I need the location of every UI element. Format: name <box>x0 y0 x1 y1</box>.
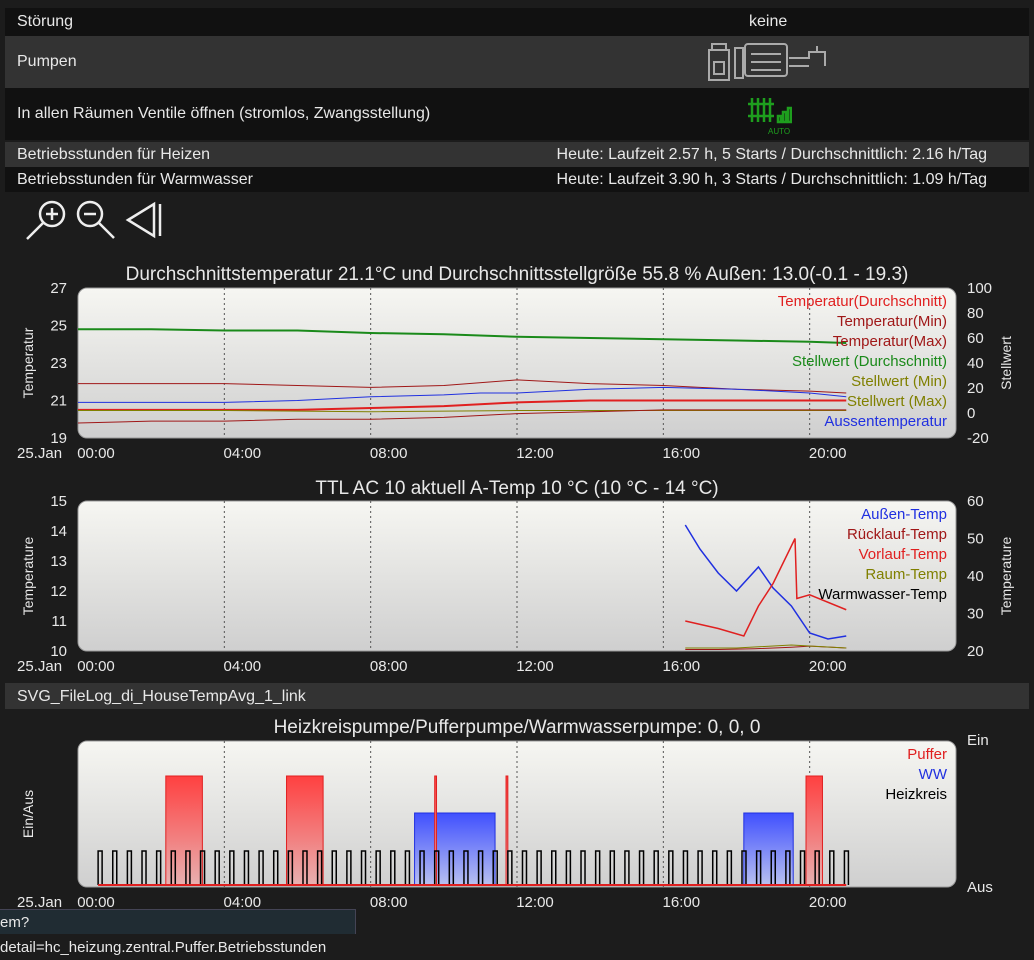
y2-axis-label: Stellwert <box>998 336 1014 390</box>
pump-state-chart: Heizkreispumpe/Pufferpumpe/Warmwasserpum… <box>17 717 993 909</box>
y-tick-label: 15 <box>50 493 67 510</box>
legend-entry: Stellwert (Min) <box>851 373 947 390</box>
y-axis-label: Temperatur <box>20 327 36 398</box>
y2-tick-label: 20 <box>967 643 984 660</box>
date-label: 25.Jan <box>17 658 62 675</box>
y-tick-label: 27 <box>50 280 67 297</box>
y2-tick-label: 80 <box>967 305 984 322</box>
chart-title: Heizkreispumpe/Pufferpumpe/Warmwasserpum… <box>274 717 761 738</box>
y2-tick-label: 40 <box>967 568 984 585</box>
y2-tick-label: 20 <box>967 380 984 397</box>
legend-entry: Puffer <box>907 746 947 763</box>
status-url: em?detail=hc_heizung.zentral.Puffer.Betr… <box>0 909 356 956</box>
y2-tick-label: 60 <box>967 330 984 347</box>
x-tick-label: 04:00 <box>224 894 262 909</box>
y-tick-label: 19 <box>50 430 67 447</box>
legend-entry: Stellwert (Max) <box>847 393 947 410</box>
chart-title: TTL AC 10 aktuell A-Temp 10 °C (10 °C - … <box>315 478 718 499</box>
legend-entry: Außen-Temp <box>861 506 947 523</box>
pumpen-row: Pumpen <box>5 36 1029 88</box>
legend-entry: Stellwert (Durchschnitt) <box>792 353 947 370</box>
x-tick-label: 12:00 <box>516 894 554 909</box>
warmwasser-row: Betriebsstunden für Warmwasser Heute: La… <box>5 167 1029 192</box>
legend-entry: Temperatur(Max) <box>833 333 947 350</box>
y-tick-label: 21 <box>50 393 67 410</box>
y2-tick-label: 50 <box>967 531 984 548</box>
x-tick-label: 08:00 <box>370 658 408 675</box>
filelog-row[interactable]: SVG_FileLog_di_HouseTempAvg_1_link <box>5 683 1029 709</box>
legend-entry: Rücklauf-Temp <box>847 526 947 543</box>
x-tick-label: 20:00 <box>809 894 847 909</box>
heizen-label: Betriebsstunden für Heizen <box>17 146 210 163</box>
ventile-row: In allen Räumen Ventile öffnen (stromlos… <box>5 88 1029 140</box>
chart-title: Durchschnittstemperatur 21.1°C und Durch… <box>126 264 909 285</box>
legend-entry: Aussentemperatur <box>824 413 947 430</box>
warmwasser-value: Heute: Laufzeit 3.90 h, 3 Starts / Durch… <box>556 171 987 188</box>
y-tick-label: 12 <box>50 583 67 600</box>
x-tick-label: 00:00 <box>77 658 115 675</box>
heizen-row: Betriebsstunden für Heizen Heute: Laufze… <box>5 142 1029 167</box>
legend-entry: Raum-Temp <box>865 566 947 583</box>
x-tick-label: 20:00 <box>809 445 847 462</box>
y2-tick-label: 40 <box>967 355 984 372</box>
y2-tick-label: 30 <box>967 606 984 623</box>
y-tick-label: 25 <box>50 318 67 335</box>
warmwasser-label: Betriebsstunden für Warmwasser <box>17 171 253 188</box>
legend-entry: Warmwasser-Temp <box>818 586 947 603</box>
stoerung-row: Störung keine <box>5 8 1029 36</box>
y-tick-label: 11 <box>51 613 67 630</box>
y2-tick-label: 60 <box>967 493 984 510</box>
temperature-chart: Durchschnittstemperatur 21.1°C und Durch… <box>17 264 1014 462</box>
y2-tick-label: 100 <box>967 280 992 297</box>
x-tick-label: 04:00 <box>224 658 262 675</box>
x-tick-label: 00:00 <box>77 445 115 462</box>
legend-entry: Vorlauf-Temp <box>859 546 947 563</box>
x-tick-label: 08:00 <box>370 894 408 909</box>
x-tick-label: 16:00 <box>663 658 701 675</box>
zoom-out-icon[interactable] <box>74 198 118 242</box>
ventile-label: In allen Räumen Ventile öffnen (stromlos… <box>17 105 431 122</box>
zoom-in-icon[interactable] <box>24 198 68 242</box>
date-label: 25.Jan <box>17 894 62 909</box>
legend-entry: Temperatur(Min) <box>837 313 947 330</box>
filelog-link[interactable]: SVG_FileLog_di_HouseTempAvg_1_link <box>17 688 306 706</box>
y2-tick-label: -20 <box>967 430 989 447</box>
y-axis-label: Temperature <box>20 536 36 615</box>
x-tick-label: 20:00 <box>809 658 847 675</box>
stoerung-label: Störung <box>17 13 74 30</box>
pumpen-label: Pumpen <box>17 53 77 70</box>
y-tick-ein: Ein <box>967 732 989 749</box>
x-tick-label: 08:00 <box>370 445 408 462</box>
date-label: 25.Jan <box>17 445 62 462</box>
heating-system-icon[interactable] <box>705 40 831 82</box>
legend-entry: WW <box>919 766 948 783</box>
heizen-value: Heute: Laufzeit 2.57 h, 5 Starts / Durch… <box>556 146 987 163</box>
y-tick-label: 13 <box>50 553 67 570</box>
y-axis-label: Ein/Aus <box>20 790 36 838</box>
x-tick-label: 16:00 <box>663 894 701 909</box>
y-tick-label: 23 <box>50 355 67 372</box>
stoerung-value: keine <box>749 13 788 30</box>
x-tick-label: 16:00 <box>663 445 701 462</box>
y2-axis-label: Temperature <box>998 536 1014 615</box>
legend-entry: Heizkreis <box>885 786 947 803</box>
ttl-temperature-chart: TTL AC 10 aktuell A-Temp 10 °C (10 °C - … <box>17 478 1014 675</box>
y-tick-label: 10 <box>50 643 67 660</box>
x-tick-label: 00:00 <box>77 894 115 909</box>
radiator-auto-icon[interactable]: AUTO <box>746 94 792 136</box>
y2-tick-label: 0 <box>967 405 975 422</box>
radiator-auto-text: AUTO <box>768 127 790 136</box>
puffer-bar <box>805 775 823 886</box>
x-tick-label: 04:00 <box>224 445 262 462</box>
back-icon[interactable] <box>124 200 164 240</box>
y-tick-aus: Aus <box>967 879 993 896</box>
y-tick-label: 14 <box>50 523 67 540</box>
x-tick-label: 12:00 <box>516 445 554 462</box>
x-tick-label: 12:00 <box>516 658 554 675</box>
legend-entry: Temperatur(Durchschnitt) <box>778 293 947 310</box>
